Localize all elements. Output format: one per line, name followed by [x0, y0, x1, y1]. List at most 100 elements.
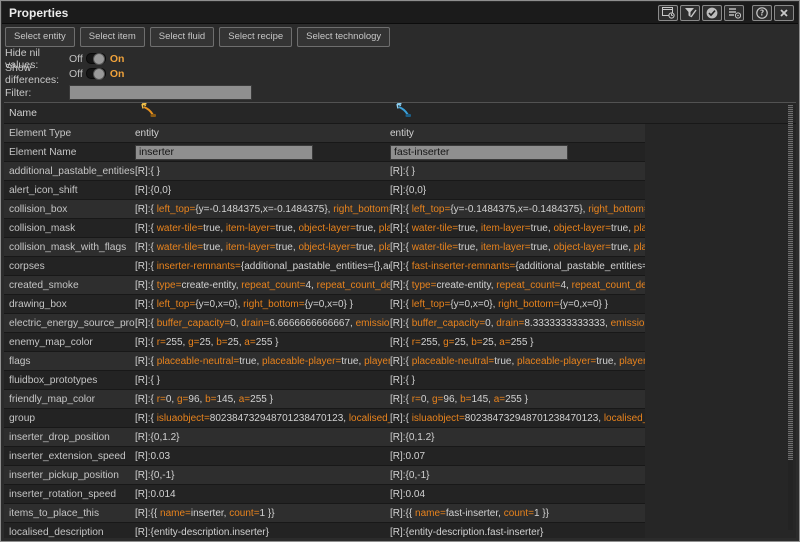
value-text-token: true,: [356, 242, 379, 253]
value-key-token: fast-inserter-remnants=: [412, 261, 516, 272]
property-value-col1[interactable]: [R]:{ placeable-neutral=true, placeable-…: [135, 356, 390, 367]
property-value-col1[interactable]: [R]:{ water-tile=true, item-layer=true, …: [135, 242, 390, 253]
value-key-token: repeat_count=: [496, 280, 560, 291]
property-value-col1[interactable]: [R]:{ inserter-remnants={additional_past…: [135, 261, 390, 272]
property-value-col1[interactable]: [R]:0.014: [135, 489, 390, 500]
window-settings-button[interactable]: [658, 5, 678, 21]
value-key-token: placeable-player=: [517, 356, 596, 367]
value-text-token: 0,: [421, 394, 432, 405]
property-value-col2[interactable]: [R]:{ left_top={y=0,x=0}, right_bottom={…: [390, 299, 645, 310]
filter-edit-button[interactable]: [680, 5, 700, 21]
window-title: Properties: [2, 6, 68, 20]
property-value-col2[interactable]: [R]:{0,1.2}: [390, 432, 645, 443]
property-value-col2[interactable]: [R]:{entity-description.fast-inserter}: [390, 527, 645, 538]
help-button[interactable]: ?: [752, 5, 772, 21]
property-value-col1[interactable]: [R]:{ left_top={y=0,x=0}, right_bottom={…: [135, 299, 390, 310]
value-text-token: [R]:0.04: [390, 489, 425, 500]
table-row: enemy_map_color[R]:{ r=255, g=25, b=25, …: [4, 333, 645, 352]
value-text-token: 145,: [216, 394, 238, 405]
list-settings-button[interactable]: [724, 5, 744, 21]
close-button[interactable]: [774, 5, 794, 21]
confirm-button[interactable]: [702, 5, 722, 21]
value-text-token: [R]:{: [135, 356, 157, 367]
table-row: additional_pastable_entities[R]:{ }[R]:{…: [4, 162, 645, 181]
property-value-col2[interactable]: [R]:{ water-tile=true, item-layer=true, …: [390, 223, 645, 234]
select-entity-button[interactable]: Select entity: [5, 27, 75, 47]
property-value-col1[interactable]: [R]:0.03: [135, 451, 390, 462]
hide-nil-toggle[interactable]: [86, 53, 106, 64]
property-value-col2[interactable]: [R]:0.07: [390, 451, 645, 462]
property-value-col2[interactable]: [R]:{ fast-inserter-remnants={additional…: [390, 261, 645, 272]
property-value-col1[interactable]: [R]:{ r=255, g=25, b=25, a=255 }: [135, 337, 390, 348]
vertical-scrollbar[interactable]: [788, 105, 793, 530]
value-text-token: [R]:{ }: [135, 375, 160, 386]
show-differences-row: Show differences: Off On: [5, 66, 252, 81]
property-value-col1[interactable]: [R]:{ }: [135, 375, 390, 386]
property-value-col2[interactable]: [R]:{ water-tile=true, item-layer=true, …: [390, 242, 645, 253]
property-value-col1[interactable]: [R]:{entity-description.inserter}: [135, 527, 390, 538]
property-value-col2[interactable]: [R]:{ isluaobject=8023847329487012384701…: [390, 413, 645, 424]
filter-input[interactable]: [69, 85, 252, 100]
show-differences-on-label: On: [110, 68, 125, 80]
value-text-token: [R]:{: [390, 299, 412, 310]
property-value-col1[interactable]: [R]:{0,-1}: [135, 470, 390, 481]
property-value-col2[interactable]: [R]:{ buffer_capacity=0, drain=8.3333333…: [390, 318, 645, 329]
select-recipe-button[interactable]: Select recipe: [219, 27, 292, 47]
value-key-token: g=: [188, 337, 199, 348]
property-value-col1[interactable]: [R]:{ left_top={y=-0.1484375,x=-0.148437…: [135, 204, 390, 215]
value-text-token: [R]:{: [390, 318, 412, 329]
value-text-token: 25,: [200, 337, 217, 348]
element-name-input-col1[interactable]: [135, 145, 313, 160]
fast-inserter-icon: [395, 103, 650, 123]
property-value-col1[interactable]: [R]:{ buffer_capacity=0, drain=6.6666666…: [135, 318, 390, 329]
value-key-token: b=: [471, 337, 482, 348]
property-name: alert_icon_shift: [4, 185, 135, 196]
select-technology-button[interactable]: Select technology: [297, 27, 390, 47]
value-key-token: left_top=: [157, 204, 196, 215]
value-key-token: player-layer...: [379, 223, 390, 234]
property-value-col1[interactable]: [R]:{0,0}: [135, 185, 390, 196]
property-value-col2[interactable]: [R]:{ left_top={y=-0.1484375,x=-0.148437…: [390, 204, 645, 215]
value-key-token: right_bottom=: [333, 204, 390, 215]
property-value-col2[interactable]: [R]:{0,-1}: [390, 470, 645, 481]
property-value-col1[interactable]: [R]:{0,1.2}: [135, 432, 390, 443]
table-row: drawing_box[R]:{ left_top={y=0,x=0}, rig…: [4, 295, 645, 314]
property-value-col2[interactable]: [R]:{ r=0, g=96, b=145, a=255 }: [390, 394, 645, 405]
element-name-input-col2[interactable]: [390, 145, 568, 160]
select-fluid-button[interactable]: Select fluid: [150, 27, 214, 47]
value-key-token: r=: [157, 337, 166, 348]
value-key-token: a=: [494, 394, 505, 405]
property-name: items_to_place_this: [4, 508, 135, 519]
value-text-token: 255 }: [256, 337, 279, 348]
value-text-token: 0,: [485, 318, 496, 329]
property-name: inserter_drop_position: [4, 432, 135, 443]
titlebar[interactable]: Properties ?: [2, 2, 798, 24]
property-value-col2[interactable]: [R]:{0,0}: [390, 185, 645, 196]
property-value-col1[interactable]: [R]:{ isluaobject=8023847329487012384701…: [135, 413, 390, 424]
value-text-token: [R]:{: [135, 337, 157, 348]
property-value-col2[interactable]: [R]:0.04: [390, 489, 645, 500]
value-key-token: player-layer...: [379, 242, 390, 253]
show-differences-toggle[interactable]: [86, 68, 106, 79]
property-value-col1[interactable]: [R]:{ }: [135, 166, 390, 177]
select-item-button[interactable]: Select item: [80, 27, 145, 47]
table-row: collision_box[R]:{ left_top={y=-0.148437…: [4, 200, 645, 219]
value-text-token: {y=0,x=0} }: [305, 299, 353, 310]
property-name: additional_pastable_entities: [4, 166, 135, 177]
property-value-col1[interactable]: [R]:{{ name=inserter, count=1 }}: [135, 508, 390, 519]
property-value-col2[interactable]: [R]:{{ name=fast-inserter, count=1 }}: [390, 508, 645, 519]
property-value-col2[interactable]: [R]:{ type=create-entity, repeat_count=4…: [390, 280, 645, 291]
property-value-col1[interactable]: [R]:{ water-tile=true, item-layer=true, …: [135, 223, 390, 234]
property-value-col2[interactable]: [R]:{ r=255, g=25, b=25, a=255 }: [390, 337, 645, 348]
value-text-token: [R]:{: [390, 337, 412, 348]
value-text-token: true,: [531, 242, 554, 253]
value-text-token: [R]:{: [135, 204, 157, 215]
property-value-col1[interactable]: [R]:{ r=0, g=96, b=145, a=255 }: [135, 394, 390, 405]
property-value-col2[interactable]: [R]:{ }: [390, 166, 645, 177]
property-value-col2[interactable]: [R]:{ placeable-neutral=true, placeable-…: [390, 356, 645, 367]
property-value-col1[interactable]: [R]:{ type=create-entity, repeat_count=4…: [135, 280, 390, 291]
value-key-token: left_top=: [412, 204, 451, 215]
scrollbar-thumb[interactable]: [788, 105, 793, 460]
titlebar-buttons: ?: [658, 5, 798, 21]
property-value-col2[interactable]: [R]:{ }: [390, 375, 645, 386]
